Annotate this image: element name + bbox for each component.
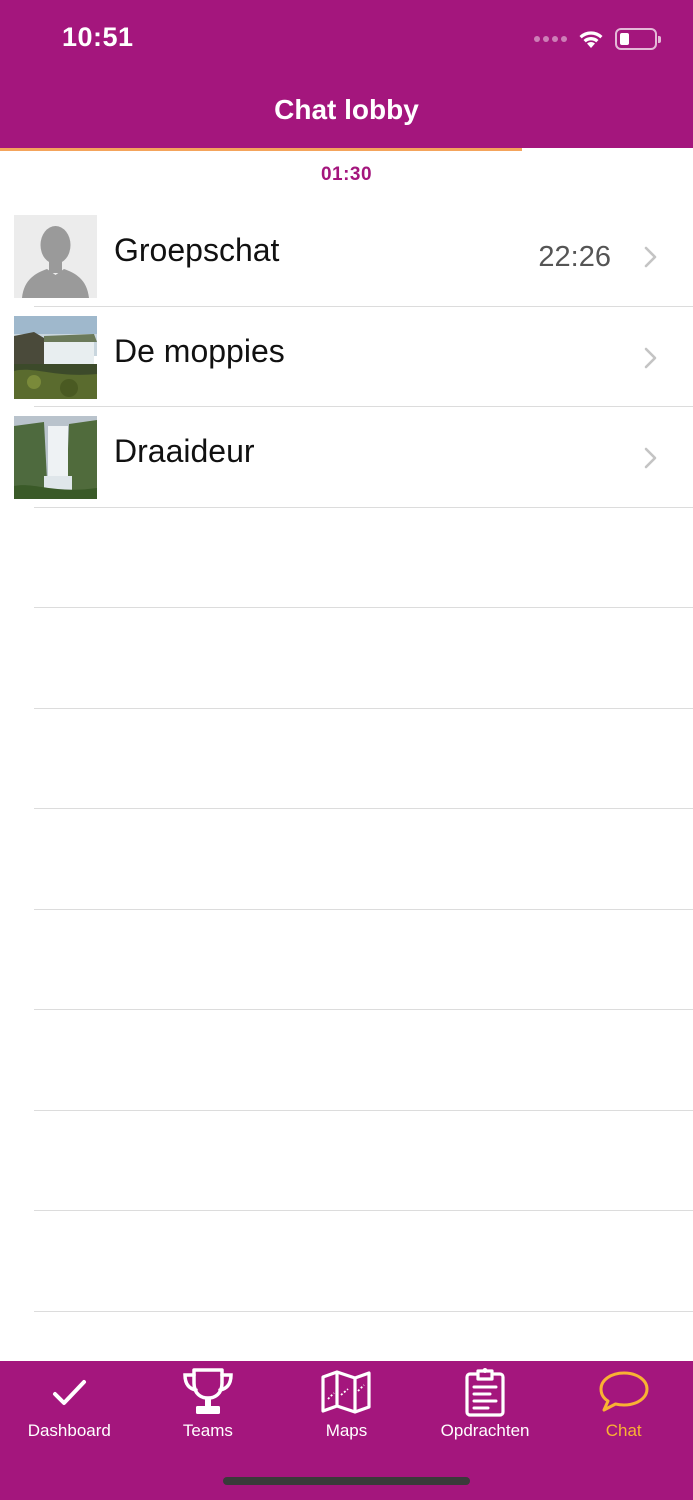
chat-last-time: 22:26 — [538, 241, 611, 273]
chat-row-de-moppies[interactable]: De moppies — [0, 307, 693, 407]
battery-icon — [615, 28, 661, 50]
tab-dashboard[interactable]: Dashboard — [0, 1361, 139, 1451]
chat-row-draaideur[interactable]: Draaideur — [0, 407, 693, 508]
chat-row-groepschat[interactable]: Groepschat 22:26 — [0, 206, 693, 307]
empty-row — [0, 508, 693, 608]
chat-name: Draaideur — [114, 433, 255, 469]
chat-bubble-icon — [599, 1371, 649, 1412]
page-title: Chat lobby — [274, 94, 419, 125]
row-divider — [34, 1310, 693, 1312]
empty-row — [0, 608, 693, 709]
person-placeholder-avatar — [14, 215, 97, 298]
tab-label: Teams — [182, 1421, 233, 1440]
chat-list: Groepschat 22:26 De moppies Draaideur — [0, 206, 693, 1312]
tab-label: Dashboard — [27, 1421, 111, 1440]
tab-teams[interactable]: Teams — [139, 1361, 278, 1451]
chat-name: De moppies — [114, 332, 285, 369]
progress-bar-fill — [0, 148, 522, 151]
tab-chat[interactable]: Chat — [554, 1361, 693, 1451]
empty-row — [0, 809, 693, 910]
chat-name: Groepschat — [114, 232, 280, 268]
home-indicator[interactable] — [223, 1477, 470, 1485]
map-icon — [321, 1370, 372, 1414]
trophy-icon — [183, 1368, 233, 1414]
waterfall-photo-avatar — [14, 416, 97, 499]
tab-label: Maps — [325, 1421, 368, 1440]
empty-row — [0, 1211, 693, 1312]
chevron-right-icon — [644, 447, 657, 469]
tab-opdrachten[interactable]: Opdrachten — [416, 1361, 555, 1451]
tab-label: Chat — [605, 1421, 642, 1440]
chevron-right-icon — [644, 246, 657, 268]
status-time: 10:51 — [62, 22, 134, 52]
wifi-icon — [579, 31, 603, 48]
cellular-signal-icon — [534, 36, 567, 42]
waterfall-photo-avatar — [14, 315, 97, 399]
tab-label: Opdrachten — [440, 1421, 530, 1440]
empty-row — [0, 1010, 693, 1111]
tab-maps[interactable]: Maps — [277, 1361, 416, 1451]
empty-row — [0, 709, 693, 809]
countdown-timer: 01:30 — [320, 164, 373, 185]
chevron-right-icon — [644, 347, 657, 368]
clipboard-icon — [465, 1368, 505, 1417]
empty-row — [0, 1111, 693, 1211]
app-header: 10:51 Chat lobby — [0, 0, 693, 148]
progress-bar — [0, 148, 693, 151]
status-icons — [534, 24, 661, 54]
check-icon — [53, 1380, 87, 1405]
empty-row — [0, 910, 693, 1010]
